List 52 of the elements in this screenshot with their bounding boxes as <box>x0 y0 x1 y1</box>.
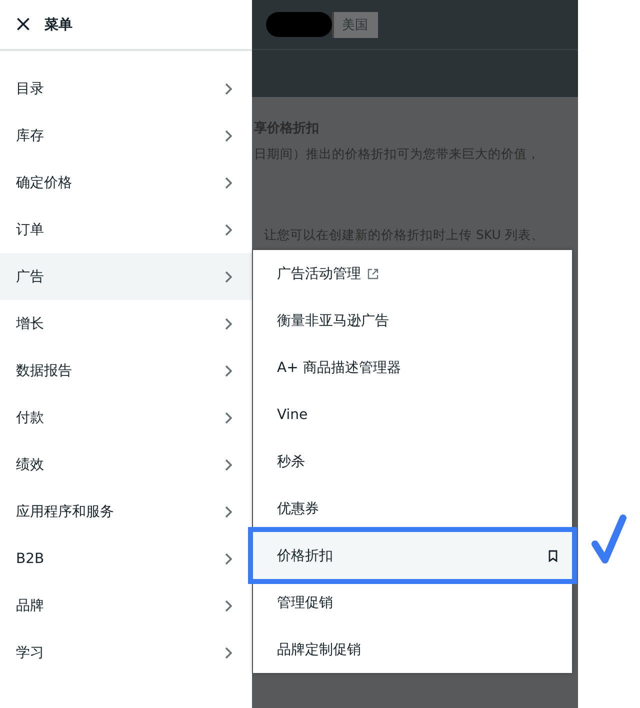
chevron-right-icon <box>224 412 232 424</box>
menu-item-label: 绩效 <box>16 456 44 474</box>
bookmark-icon[interactable] <box>548 550 558 562</box>
chevron-right-icon <box>224 318 232 330</box>
submenu-item[interactable]: 品牌定制促销 <box>253 626 572 673</box>
menu-item-label: 增长 <box>16 314 44 332</box>
chevron-right-icon <box>224 458 232 470</box>
chevron-right-icon <box>224 646 232 658</box>
close-button[interactable]: × <box>14 14 32 36</box>
menu-item[interactable]: 学习 <box>0 629 252 676</box>
menu-item[interactable]: 订单 <box>0 206 252 253</box>
menu-item[interactable]: 数据报告 <box>0 347 252 394</box>
menu-item[interactable]: 应用程序和服务 <box>0 488 252 535</box>
menu-item[interactable]: B2B <box>0 535 252 582</box>
chevron-right-icon <box>224 130 232 142</box>
chevron-right-icon <box>224 224 232 236</box>
redaction-block <box>266 12 332 37</box>
chevron-right-icon <box>224 82 232 94</box>
menu-item-label: 库存 <box>16 126 44 144</box>
chevron-right-icon <box>224 364 232 376</box>
submenu-item[interactable]: 衡量非亚马逊广告 <box>253 297 572 344</box>
menu-item-label: 品牌 <box>16 596 44 614</box>
menu-item-label: 付款 <box>16 408 44 426</box>
external-link-icon <box>367 268 379 280</box>
menu-item-label: 应用程序和服务 <box>16 502 114 520</box>
menu-item[interactable]: 增长 <box>0 300 252 347</box>
submenu-item[interactable]: 广告活动管理 <box>253 250 572 297</box>
menu-item-label: 确定价格 <box>16 174 72 192</box>
submenu-item[interactable]: A+ 商品描述管理器 <box>253 344 572 391</box>
menu-item[interactable]: 绩效 <box>0 441 252 488</box>
menu-item-label: 学习 <box>16 644 44 662</box>
submenu-item[interactable]: 秒杀 <box>253 438 572 485</box>
chevron-right-icon <box>224 176 232 188</box>
chevron-right-icon <box>224 600 232 612</box>
menu-item[interactable]: 广告 <box>0 253 252 300</box>
chevron-right-icon <box>224 552 232 564</box>
check-mark-icon <box>591 514 627 566</box>
chevron-right-icon <box>224 270 232 282</box>
menu-item[interactable]: 库存 <box>0 112 252 159</box>
menu-item-label: B2B <box>16 550 44 566</box>
menu-item[interactable]: 付款 <box>0 394 252 441</box>
chevron-right-icon <box>224 506 232 518</box>
menu-item-label: 订单 <box>16 220 44 238</box>
submenu-item[interactable]: 价格折扣 <box>253 532 572 579</box>
menu-item-label: 数据报告 <box>16 362 72 380</box>
menu-item[interactable]: 目录 <box>0 65 252 112</box>
menu-item-label: 目录 <box>16 80 44 98</box>
menu-item[interactable]: 确定价格 <box>0 159 252 206</box>
menu-item-label: 广告 <box>16 268 44 286</box>
menu-title: 菜单 <box>44 16 72 34</box>
menu-item[interactable]: 品牌 <box>0 582 252 629</box>
submenu-item[interactable]: Vine <box>253 391 572 438</box>
